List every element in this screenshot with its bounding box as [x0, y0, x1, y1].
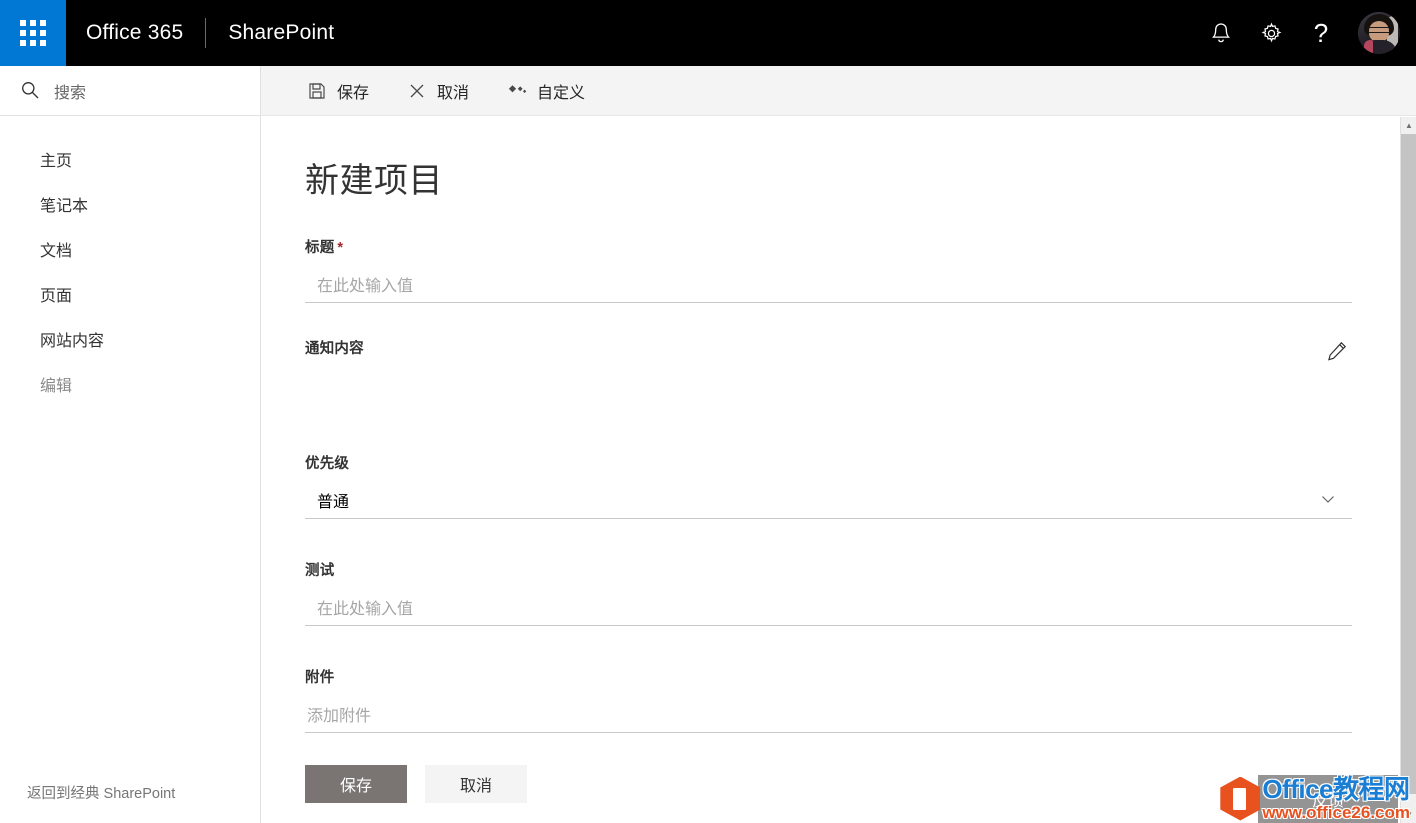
field-title-placeholder: 在此处输入值: [317, 277, 414, 295]
form-canvas: 新建项目 标题 * 在此处输入值 通知内容 优先级 普通 测试 在此处输入值 附…: [261, 117, 1400, 823]
suite-app-name[interactable]: SharePoint: [206, 21, 334, 45]
command-customize-button[interactable]: 自定义: [497, 73, 595, 109]
save-button[interactable]: 保存: [305, 765, 407, 803]
chevron-down-icon: [1320, 491, 1338, 509]
customize-diamonds-icon: [507, 81, 527, 101]
app-launcher-button[interactable]: [0, 0, 66, 66]
field-notice-label: 通知内容: [305, 341, 364, 357]
field-notice-editor[interactable]: [305, 341, 1352, 418]
field-title-label: 标题 *: [305, 236, 1352, 257]
field-attachments-label: 附件: [305, 670, 335, 686]
command-save-label: 保存: [337, 84, 370, 102]
sidebar-item-site-contents[interactable]: 网站内容: [0, 316, 260, 361]
close-x-icon: [407, 81, 427, 101]
search-icon: [20, 80, 42, 102]
command-bar: 保存 取消 自定义: [261, 66, 1416, 116]
field-priority-dropdown[interactable]: 普通: [305, 481, 1352, 519]
sidebar-item-pages[interactable]: 页面: [0, 271, 260, 316]
sidebar-item-documents[interactable]: 文档: [0, 226, 260, 271]
sidebar-item-label: 文档: [40, 242, 73, 260]
bell-icon: [1210, 21, 1232, 45]
field-title-input[interactable]: 在此处输入值: [305, 265, 1352, 303]
suite-bar: Office 365 SharePoint ?: [0, 0, 1416, 66]
vertical-scrollbar[interactable]: ▲ ▼: [1400, 117, 1416, 823]
pencil-edit-icon[interactable]: [1322, 336, 1352, 366]
command-cancel-label: 取消: [437, 84, 470, 102]
return-to-classic-link[interactable]: 返回到经典 SharePoint: [0, 782, 175, 803]
sharepoint-new-item-page: Office 365 SharePoint ? 搜索 主页 笔记本 文档 页面 …: [0, 0, 1416, 823]
sidebar-item-notebook[interactable]: 笔记本: [0, 181, 260, 226]
waffle-grid-icon: [20, 20, 46, 46]
field-test-input[interactable]: 在此处输入值: [305, 588, 1352, 626]
notifications-button[interactable]: [1196, 0, 1246, 66]
field-attachments: 附件 添加附件: [305, 666, 1352, 733]
form-actions: 保存 取消: [305, 743, 1352, 803]
nav-list: 主页 笔记本 文档 页面 网站内容 编辑: [0, 116, 260, 406]
question-mark-icon: ?: [1313, 18, 1329, 48]
sidebar-item-label: 网站内容: [40, 332, 105, 350]
cancel-button[interactable]: 取消: [425, 765, 527, 803]
command-save-button[interactable]: 保存: [297, 73, 379, 109]
field-notice: 通知内容: [305, 337, 1352, 418]
field-priority-label: 优先级: [305, 456, 350, 472]
left-navigation: 搜索 主页 笔记本 文档 页面 网站内容 编辑 返回到经典 SharePoint: [0, 66, 261, 823]
sidebar-item-edit[interactable]: 编辑: [0, 361, 260, 406]
search-placeholder: 搜索: [54, 84, 87, 102]
sidebar-item-label: 主页: [40, 152, 73, 170]
field-attachments-input[interactable]: 添加附件: [305, 695, 1352, 733]
save-floppy-icon: [307, 81, 327, 101]
field-attachments-placeholder: 添加附件: [307, 707, 372, 725]
page-title: 新建项目: [305, 162, 443, 200]
avatar[interactable]: [1358, 12, 1400, 54]
field-test-placeholder: 在此处输入值: [317, 600, 414, 618]
suite-actions: ?: [1196, 0, 1416, 66]
sidebar-item-label: 编辑: [40, 377, 73, 395]
field-test-label: 测试: [305, 563, 335, 579]
sidebar-item-home[interactable]: 主页: [0, 136, 260, 181]
settings-button[interactable]: [1246, 0, 1296, 66]
sidebar-item-label: 页面: [40, 287, 73, 305]
help-button[interactable]: ?: [1296, 0, 1346, 66]
scroll-up-arrow-icon[interactable]: ▲: [1401, 117, 1416, 134]
field-test: 测试 在此处输入值: [305, 559, 1352, 626]
command-cancel-button[interactable]: 取消: [397, 73, 479, 109]
required-marker: *: [337, 240, 344, 256]
search-input[interactable]: 搜索: [0, 66, 260, 116]
scroll-down-arrow-icon[interactable]: ▼: [1401, 806, 1416, 823]
command-customize-label: 自定义: [537, 84, 586, 102]
feedback-tab[interactable]: 反馈: [1258, 775, 1398, 823]
gear-icon: [1260, 21, 1283, 45]
field-title: 标题 * 在此处输入值: [305, 236, 1352, 303]
suite-brand-label[interactable]: Office 365: [66, 21, 183, 45]
field-priority-value: 普通: [317, 493, 350, 511]
field-title-label-text: 标题: [305, 240, 335, 256]
scrollbar-thumb[interactable]: [1401, 134, 1416, 794]
sidebar-item-label: 笔记本: [40, 197, 89, 215]
field-priority: 优先级 普通: [305, 452, 1352, 519]
